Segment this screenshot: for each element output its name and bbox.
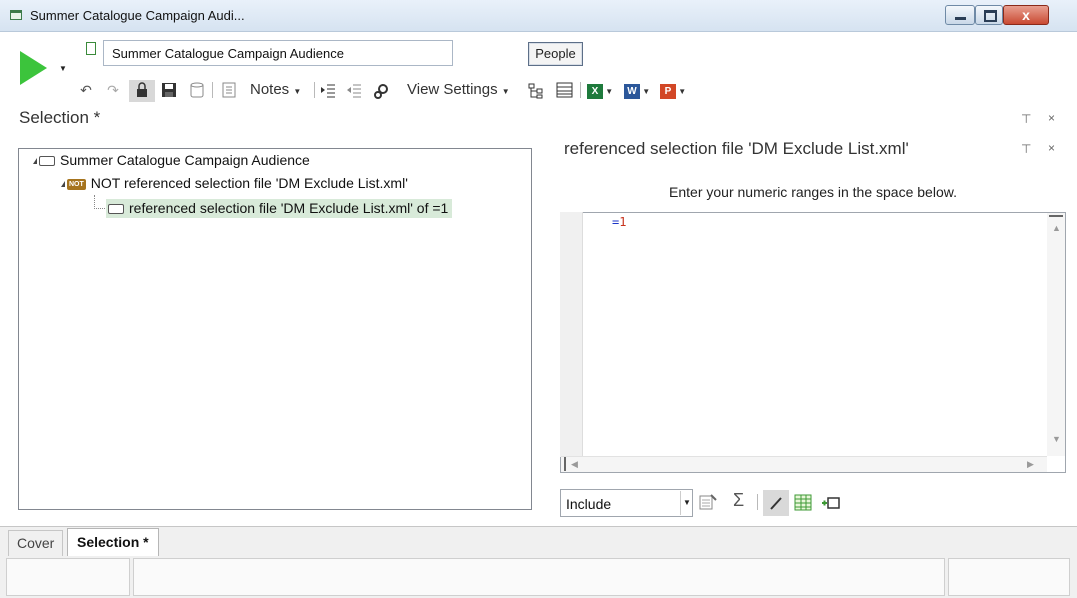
lock-icon [137,82,147,97]
tree-icon[interactable] [528,83,544,102]
window-icon [10,10,22,20]
selection-tree[interactable]: Summer Catalogue Campaign Audience NOT NO… [18,148,532,510]
draw-mode-button[interactable] [763,490,789,516]
toolbar-separator [212,82,213,98]
status-cell [133,558,945,596]
scroll-down-icon[interactable]: ▼ [1052,434,1061,444]
notes-icon[interactable] [222,82,236,101]
scroll-top-mark [1049,215,1063,217]
excel-export-button[interactable]: X ▼ [587,82,613,99]
tree-not-node[interactable]: NOT NOT referenced selection file 'DM Exc… [61,175,408,191]
vertical-scrollbar[interactable]: ▲ ▼ [1047,213,1065,456]
collapse-icon[interactable] [61,181,65,188]
selection-node-icon [39,156,55,167]
save-icon[interactable] [161,82,177,101]
collapse-icon[interactable] [33,158,37,165]
status-cell [6,558,130,596]
numeric-range-editor[interactable] [560,212,1066,473]
notes-label: Notes [250,81,290,98]
toolbar-separator [757,494,758,510]
word-export-button[interactable]: W ▼ [624,82,650,99]
run-dropdown-icon[interactable]: ▼ [59,64,67,73]
view-settings-label: View Settings [407,81,498,98]
tab-strip [0,526,1077,556]
editor-content[interactable]: =1 [612,215,626,229]
editor-gutter [560,212,583,457]
grid-icon[interactable] [556,82,573,101]
range-value: 1 [619,215,627,229]
close-button[interactable]: x [1003,5,1049,25]
line-icon [770,497,782,510]
tab-cover[interactable]: Cover [8,530,64,556]
database-icon[interactable] [190,82,204,101]
not-badge-icon: NOT [67,178,86,190]
tree-child-node[interactable]: referenced selection file 'DM Exclude Li… [106,199,453,218]
tree-root-node[interactable]: Summer Catalogue Campaign Audience [33,152,310,168]
insert-row-icon[interactable] [822,496,840,513]
tree-root-label: Summer Catalogue Campaign Audience [60,152,310,168]
redo-icon[interactable]: ↷ [105,80,121,100]
status-cell [948,558,1070,596]
scroll-left-mark [564,457,566,471]
scroll-left-icon[interactable]: ◀ [571,459,578,470]
close-icon[interactable]: × [1048,111,1055,125]
word-icon: W [624,84,640,99]
scroll-right-icon[interactable]: ▶ [1027,459,1034,470]
tree-not-label: NOT referenced selection file 'DM Exclud… [90,175,408,191]
tree-child-label: referenced selection file 'DM Exclude Li… [129,200,449,216]
tab-selection[interactable]: Selection * [67,528,159,556]
undo-icon[interactable]: ↶ [78,80,94,100]
selection-node-icon [108,204,124,215]
horizontal-scrollbar[interactable]: ◀ ▶ [561,456,1047,472]
chevron-down-icon[interactable]: ▼ [680,491,693,515]
numeric-range-hint: Enter your numeric ranges in the space b… [669,184,957,200]
indent-icon[interactable] [320,82,336,101]
detail-panel-title: referenced selection file 'DM Exclude Li… [564,139,909,158]
table-view-icon[interactable] [794,494,812,514]
people-button[interactable]: People [528,42,583,66]
close-icon: x [1022,7,1030,23]
lock-button[interactable] [129,80,155,102]
toolbar-separator [314,82,315,98]
powerpoint-icon: P [660,84,676,99]
notes-button[interactable]: Notes ▼ [250,80,301,102]
maximize-button[interactable] [975,5,1003,25]
toolbar-separator [580,82,581,98]
tree-connector [94,195,105,209]
selection-panel-title: Selection * [19,108,101,127]
scroll-up-icon[interactable]: ▲ [1052,223,1061,233]
powerpoint-export-button[interactable]: P ▼ [660,82,686,99]
run-icon[interactable] [20,51,47,85]
window-title: Summer Catalogue Campaign Audi... [30,8,245,23]
settings-icon[interactable] [373,82,390,102]
properties-icon[interactable] [699,493,717,514]
outdent-icon[interactable] [346,82,362,101]
pin-icon[interactable]: ⊤ [1021,112,1031,126]
selection-name-input[interactable] [103,40,453,66]
include-mode-value: Include [566,496,612,512]
document-icon [86,42,96,55]
close-icon[interactable]: × [1048,141,1055,155]
sigma-icon[interactable]: Σ [733,490,744,511]
minimize-button[interactable] [945,5,975,25]
view-settings-button[interactable]: View Settings ▼ [407,80,510,102]
pin-icon[interactable]: ⊤ [1021,142,1031,156]
excel-icon: X [587,84,603,99]
